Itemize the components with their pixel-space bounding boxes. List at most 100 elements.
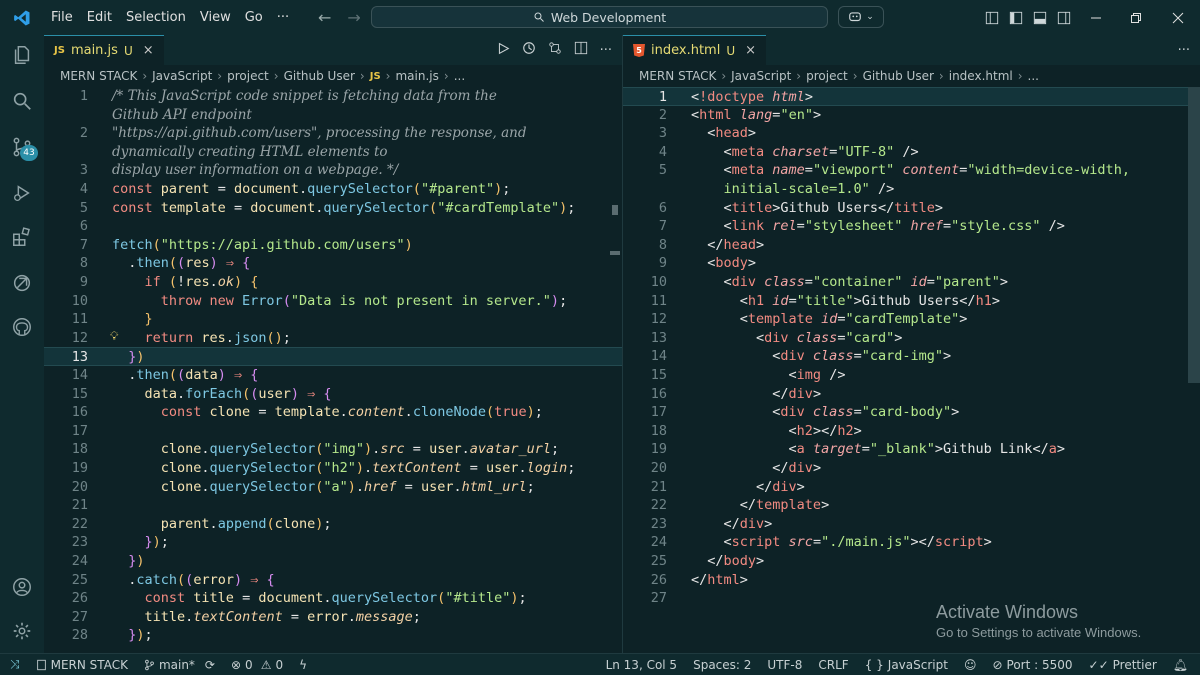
- breadcrumb-item[interactable]: project: [227, 69, 269, 83]
- account-icon[interactable]: [10, 575, 34, 599]
- code-line[interactable]: 25 </body>: [623, 552, 1200, 571]
- code-line[interactable]: 8 </head>: [623, 236, 1200, 255]
- code-line[interactable]: 21 </div>: [623, 478, 1200, 497]
- menu-view[interactable]: View: [193, 10, 238, 25]
- explorer-icon[interactable]: [10, 43, 34, 67]
- line-endings[interactable]: CRLF: [810, 658, 856, 672]
- code-line[interactable]: 8 .then((res) ⇒ {: [44, 254, 622, 273]
- code-line[interactable]: 21: [44, 496, 622, 515]
- code-line[interactable]: initial-scale=1.0" />: [623, 180, 1200, 199]
- code-line[interactable]: 7 <link rel="stylesheet" href="style.css…: [623, 217, 1200, 236]
- run-icon[interactable]: [497, 42, 510, 59]
- restore-icon[interactable]: [1116, 12, 1156, 24]
- code-line[interactable]: 16 </div>: [623, 385, 1200, 404]
- code-line[interactable]: 3 display user information on a webpage. …: [44, 161, 622, 180]
- remote-explorer-icon[interactable]: [10, 271, 34, 295]
- code-line[interactable]: 19 <a target="_blank">Github Link</a>: [623, 440, 1200, 459]
- menu-more[interactable]: ···: [270, 10, 296, 25]
- cursor-position[interactable]: Ln 13, Col 5: [598, 658, 686, 672]
- code-line[interactable]: 2 <html lang="en">: [623, 106, 1200, 125]
- code-line[interactable]: dynamically creating HTML elements to: [44, 143, 622, 162]
- timeline-icon[interactable]: [522, 41, 536, 59]
- code-line[interactable]: 20 </div>: [623, 459, 1200, 478]
- code-line[interactable]: 4 const parent = document.querySelector("…: [44, 180, 622, 199]
- code-line[interactable]: 25 .catch((error) ⇒ {: [44, 571, 622, 590]
- code-line[interactable]: 14 <div class="card-img">: [623, 347, 1200, 366]
- code-line[interactable]: 13 <div class="card">: [623, 329, 1200, 348]
- code-line[interactable]: 17: [44, 422, 622, 441]
- code-editor-main-js[interactable]: 1 /* This JavaScript code snippet is fetc…: [44, 87, 622, 653]
- code-line[interactable]: 28 });: [44, 626, 622, 645]
- code-line[interactable]: 23 });: [44, 533, 622, 552]
- indentation[interactable]: Spaces: 2: [685, 658, 759, 672]
- breadcrumb-item[interactable]: ...: [1028, 69, 1039, 83]
- lightning-icon[interactable]: ϟ: [291, 658, 315, 672]
- code-line[interactable]: 11 <h1 id="title">Github Users</h1>: [623, 292, 1200, 311]
- code-line[interactable]: 26 const title = document.querySelector(…: [44, 589, 622, 608]
- code-line[interactable]: 24 <script src="./main.js"></script>: [623, 533, 1200, 552]
- breadcrumb-item[interactable]: MERN STACK: [639, 69, 716, 83]
- copilot-status-icon[interactable]: ☺: [956, 658, 985, 672]
- code-line[interactable]: 1 <!doctype html>: [623, 87, 1200, 106]
- live-server-item[interactable]: ⊘ Port : 5500: [984, 658, 1080, 672]
- more-actions-icon[interactable]: ···: [600, 43, 612, 58]
- gear-icon[interactable]: [10, 619, 34, 643]
- code-line[interactable]: 5 <meta name="viewport" content="width=d…: [623, 161, 1200, 180]
- code-line[interactable]: 6 <title>Github Users</title>: [623, 199, 1200, 218]
- menu-edit[interactable]: Edit: [80, 10, 119, 25]
- code-line[interactable]: 2 "https://api.github.com/users", process…: [44, 124, 622, 143]
- breadcrumb-item[interactable]: JavaScript: [152, 69, 212, 83]
- split-editor-icon[interactable]: [574, 41, 588, 59]
- forward-arrow-icon[interactable]: →: [347, 8, 360, 27]
- tab-index-html[interactable]: 5 index.html U ×: [623, 35, 767, 65]
- breadcrumb-item[interactable]: JS: [370, 71, 381, 82]
- breadcrumb-item[interactable]: ...: [454, 69, 465, 83]
- code-line[interactable]: 20 clone.querySelector("a").href = user.…: [44, 478, 622, 497]
- file-encoding[interactable]: UTF-8: [759, 658, 810, 672]
- code-line[interactable]: 3 <head>: [623, 124, 1200, 143]
- more-actions-icon[interactable]: ···: [1178, 43, 1190, 58]
- code-line[interactable]: 22 parent.append(clone);: [44, 515, 622, 534]
- toggle-primary-sidebar-icon[interactable]: [1004, 11, 1028, 25]
- code-line[interactable]: 4 <meta charset="UTF-8" />: [623, 143, 1200, 162]
- tab-main-js[interactable]: JS main.js U ×: [44, 35, 164, 65]
- back-arrow-icon[interactable]: ←: [318, 8, 331, 27]
- code-line[interactable]: 22 </template>: [623, 496, 1200, 515]
- code-line[interactable]: 11 }: [44, 310, 622, 329]
- code-line[interactable]: 9 if (!res.ok) {: [44, 273, 622, 292]
- breadcrumb-item[interactable]: MERN STACK: [60, 69, 137, 83]
- code-line[interactable]: 15 data.forEach((user) ⇒ {: [44, 385, 622, 404]
- breadcrumb-item[interactable]: Github User: [284, 69, 355, 83]
- code-line[interactable]: 18 <h2></h2>: [623, 422, 1200, 441]
- breadcrumb-item[interactable]: Github User: [863, 69, 934, 83]
- code-line[interactable]: 12 return res.json();: [44, 329, 622, 348]
- code-line[interactable]: 1 /* This JavaScript code snippet is fetc…: [44, 87, 622, 106]
- code-line[interactable]: 24 }): [44, 552, 622, 571]
- layout-customize-icon[interactable]: [980, 11, 1004, 25]
- workspace-item[interactable]: MERN STACK: [28, 658, 136, 672]
- code-line[interactable]: 27 title.textContent = error.message;: [44, 608, 622, 627]
- extensions-icon[interactable]: [10, 225, 34, 249]
- lightbulb-icon[interactable]: 💡︎: [110, 329, 118, 344]
- close-window-icon[interactable]: [1156, 12, 1200, 24]
- language-mode[interactable]: { } JavaScript: [857, 658, 956, 672]
- github-icon[interactable]: [10, 315, 34, 339]
- bell-icon[interactable]: 🔔︎: [1165, 658, 1200, 672]
- code-line[interactable]: 9 <body>: [623, 254, 1200, 273]
- code-editor-index-html[interactable]: 1 <!doctype html> 2 <html lang="en"> 3 <head…: [623, 87, 1200, 653]
- code-line[interactable]: Github API endpoint: [44, 106, 622, 125]
- run-debug-icon[interactable]: [10, 181, 34, 205]
- code-line[interactable]: 10 <div class="container" id="parent">: [623, 273, 1200, 292]
- menu-go[interactable]: Go: [238, 10, 270, 25]
- code-line[interactable]: 7 fetch("https://api.github.com/users"): [44, 236, 622, 255]
- close-icon[interactable]: ×: [143, 43, 154, 58]
- vertical-scrollbar[interactable]: [1188, 87, 1200, 383]
- close-icon[interactable]: ×: [745, 43, 756, 58]
- menu-selection[interactable]: Selection: [119, 10, 193, 25]
- command-center-search[interactable]: Web Development: [371, 6, 828, 28]
- code-line[interactable]: 17 <div class="card-body">: [623, 403, 1200, 422]
- code-line[interactable]: 6: [44, 217, 622, 236]
- remote-indicator[interactable]: ⤨: [0, 657, 28, 672]
- toggle-panel-icon[interactable]: [1028, 11, 1052, 25]
- code-line[interactable]: 16 const clone = template.content.cloneN…: [44, 403, 622, 422]
